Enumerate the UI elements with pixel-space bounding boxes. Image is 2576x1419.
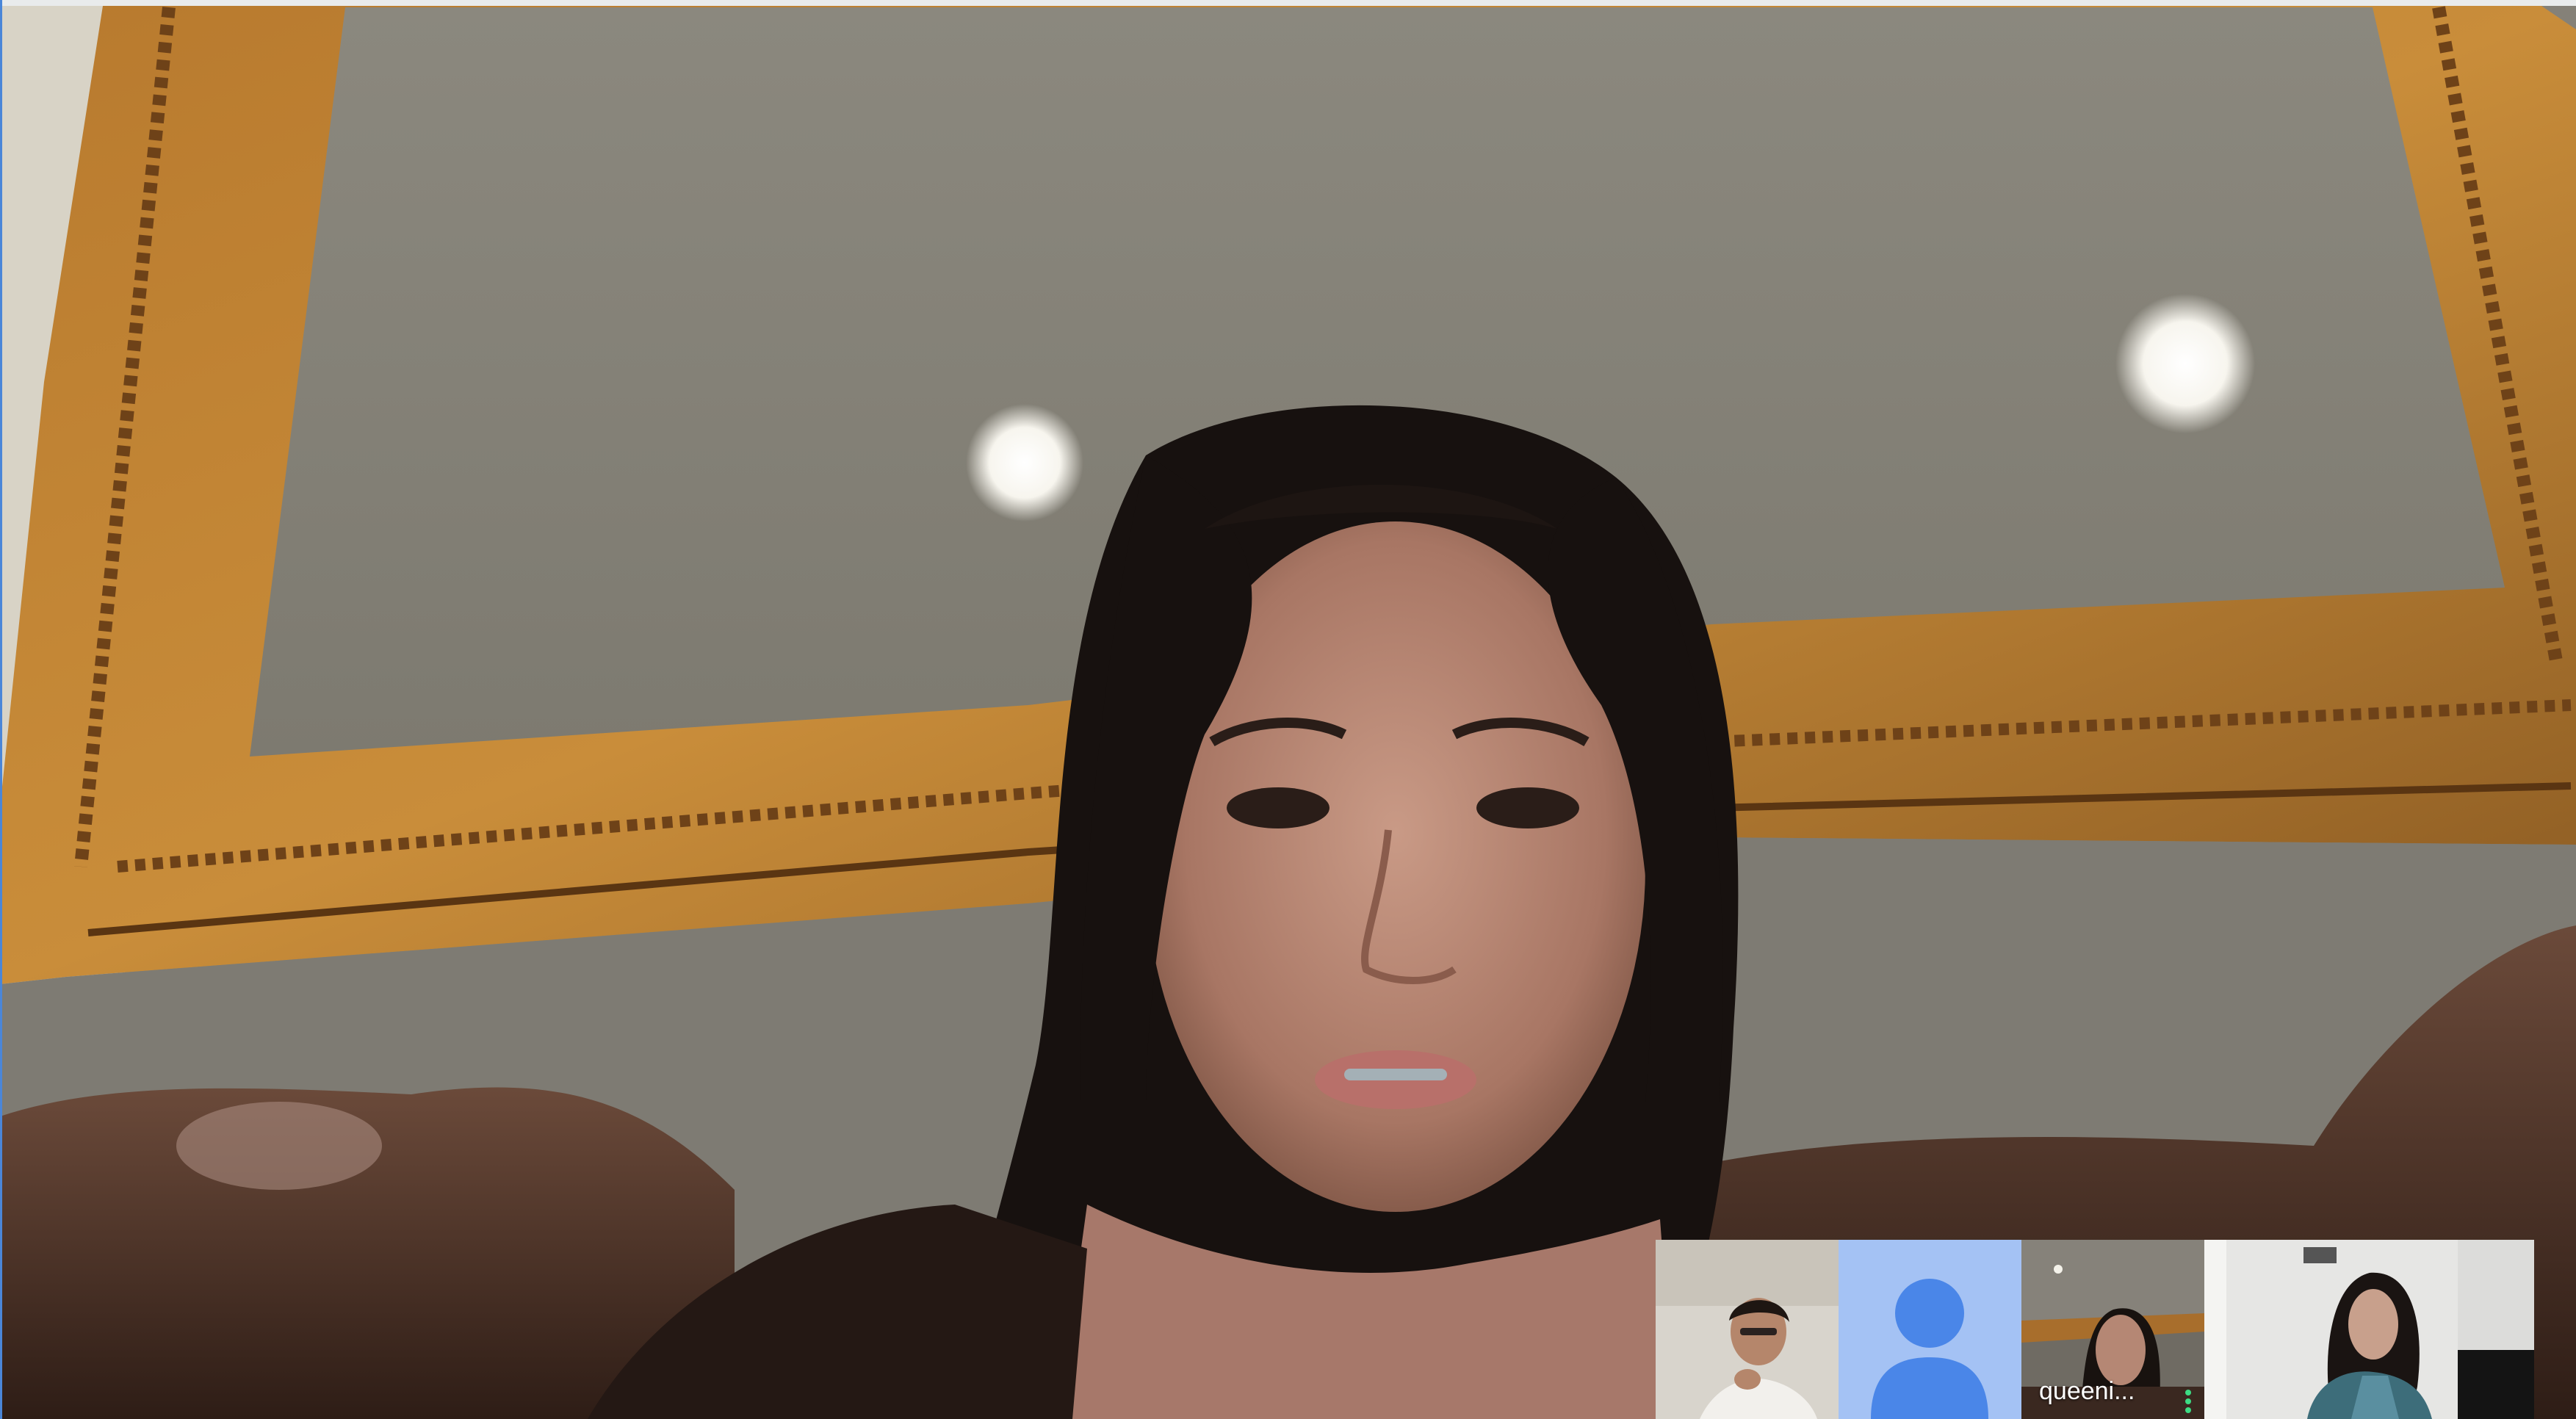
person-icon [1839,1240,2021,1419]
participant-filmstrip: queeni... [1656,1240,2534,1419]
audio-level-dot [2185,1407,2191,1413]
participant-thumbnail[interactable] [1839,1240,2021,1419]
participant-thumbnail[interactable] [2204,1240,2534,1419]
speaking-indicator [2185,1384,2194,1413]
audio-level-dot [2185,1390,2191,1395]
audio-level-dot [2185,1398,2191,1404]
window-edge [0,0,2,1419]
participant-thumbnail[interactable]: queeni... [2021,1240,2204,1419]
participant-name-label: queeni... [2039,1377,2135,1405]
participant-thumbnail[interactable] [1656,1240,1839,1419]
main-speaker-video[interactable] [0,0,2576,1419]
top-bar [0,0,2576,6]
participant-video [1656,1240,1839,1419]
video-call-window: queeni... [0,0,2576,1419]
participant-video [2204,1240,2534,1419]
main-video-frame [0,0,2576,1419]
